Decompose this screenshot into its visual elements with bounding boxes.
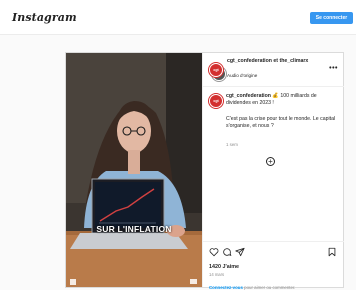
money-bag-emoji: 💰 [272,93,279,99]
login-link[interactable]: Connectez-vous [209,285,243,290]
post-header: cgt cgt_confederation et the_climarx Aud… [203,53,344,87]
load-more-comments-icon[interactable]: + [266,157,275,166]
bookmark-icon[interactable] [327,247,337,257]
video-caption-overlay: SUR L'INFLATION [96,224,172,234]
share-icon[interactable] [235,247,245,257]
video-frame [66,53,202,287]
login-prompt: Connectez-vous pour aimer ou commenter. [209,285,295,290]
avatar-cgt-confederation[interactable]: cgt [209,63,223,77]
instagram-logo[interactable]: Instagram [12,11,77,24]
more-options-icon[interactable]: ••• [329,65,338,72]
likes-count[interactable]: 1420 J'aime [209,264,239,270]
heart-icon[interactable] [209,247,219,257]
top-bar: Instagram Se connecter [0,0,356,35]
post-video[interactable]: SUR L'INFLATION [66,53,202,287]
post-card: SUR L'INFLATION cgt cgt_confederation et… [65,52,344,290]
caption-avatar[interactable]: cgt [209,94,223,108]
login-prompt-text: pour aimer ou commenter. [244,285,296,290]
caption-time: 1 sem [226,142,238,147]
post-date: 14 mars [209,272,225,277]
post-authors[interactable]: cgt_confederation et the_climarx [227,58,322,65]
audio-link[interactable]: Audio d'origine [227,73,257,78]
post-actions: 1420 J'aime 14 mars Connectez-vous pour … [203,241,344,290]
login-button[interactable]: Se connecter [310,12,353,24]
comment-icon[interactable] [222,247,232,257]
post-sidebar: cgt cgt_confederation et the_climarx Aud… [202,53,344,290]
caption-body: C'est pas la crise pour tout le monde. L… [226,116,336,129]
caption-headline: cgt_confederation 💰 100 milliards de div… [226,93,340,107]
caption-username[interactable]: cgt_confederation [226,93,271,99]
